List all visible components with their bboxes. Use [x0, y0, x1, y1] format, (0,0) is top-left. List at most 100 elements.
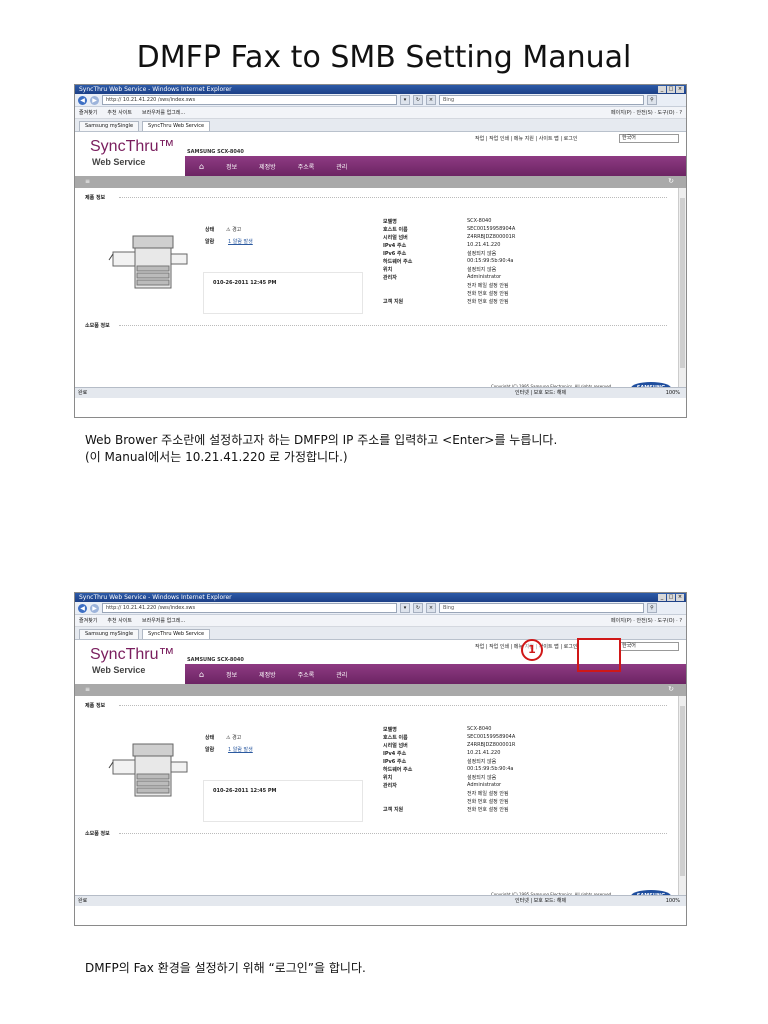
detail-key: 관리자 [383, 783, 397, 789]
scrollbar-thumb[interactable] [680, 198, 685, 368]
window-title: SyncThru Web Service - Windows Internet … [79, 594, 232, 601]
menu-admin[interactable]: 관리 [336, 162, 347, 171]
menu-addressbook[interactable]: 주소록 [298, 162, 315, 171]
zoom-level[interactable]: 100% [666, 388, 680, 398]
menu-info[interactable]: 정보 [226, 670, 237, 679]
page-title: DMFP Fax to SMB Setting Manual [136, 40, 632, 75]
detail-value: 전자 메일 설정 안됨 [467, 791, 509, 797]
menu-jobs[interactable]: 제정방 [259, 162, 276, 171]
detail-key: IPv6 주소 [383, 251, 407, 257]
detail-value: 설정되지 않음 [467, 251, 497, 257]
detail-key: 위치 [383, 267, 393, 273]
sub-bar: ≡ ↻ [75, 684, 686, 696]
zone-info: 인터넷 | 보호 모드: 해제 [515, 898, 567, 904]
favorite-link-upgrade[interactable]: 브라우저를 업그레... [142, 617, 185, 624]
refresh-page-icon[interactable]: ↻ [668, 685, 674, 693]
back-icon[interactable]: ◀ [78, 95, 87, 105]
command-bar[interactable]: 페이지(P) · 안전(S) · 도구(O) · ? [611, 617, 682, 624]
divider [119, 197, 667, 198]
forward-icon[interactable]: ▶ [90, 95, 99, 105]
address-input[interactable]: http:// 10.21.41.220 /sws/index.sws [102, 603, 397, 613]
detail-value: 전자 메일 설정 안됨 [467, 283, 509, 289]
alarm-label: 알람 [205, 239, 215, 245]
alarm-link[interactable]: 1 알람 발생 [228, 746, 253, 753]
zoom-level[interactable]: 100% [666, 896, 680, 906]
home-icon[interactable]: ⌂ [199, 670, 204, 679]
language-select[interactable]: 한국어 [619, 134, 679, 143]
alarm-link[interactable]: 1 알람 발생 [228, 238, 253, 245]
stop-icon[interactable]: × [426, 603, 436, 613]
scrollbar-thumb[interactable] [680, 706, 685, 876]
window-title: SyncThru Web Service - Windows Internet … [79, 86, 232, 93]
favorites-button[interactable]: 즐겨찾기 [79, 109, 97, 116]
top-links[interactable]: 작업 | 작업 인쇄 | 메뉴 지원 | 사이트 맵 | 로그인 [475, 135, 577, 142]
tab-mysingle[interactable]: Samsung mySingle [79, 629, 140, 639]
search-input[interactable]: Bing [439, 603, 644, 613]
tab-syncthru[interactable]: SyncThru Web Service [142, 629, 211, 639]
stop-icon[interactable]: × [426, 95, 436, 105]
close-icon[interactable]: × [676, 86, 684, 93]
timestamp: 010-26-2011 12:45 PM [213, 280, 277, 286]
menu-info[interactable]: 정보 [226, 162, 237, 171]
window-titlebar: SyncThru Web Service - Windows Internet … [75, 593, 686, 602]
detail-key: IPv4 주소 [383, 243, 407, 249]
screenshot-1: SyncThru Web Service - Windows Internet … [74, 84, 687, 418]
search-input[interactable]: Bing [439, 95, 644, 105]
detail-key: 모델명 [383, 727, 397, 733]
dropdown-icon[interactable]: ▾ [400, 95, 410, 105]
model-header: SAMSUNG SCX-8040 [187, 149, 244, 155]
close-icon[interactable]: × [676, 594, 684, 601]
detail-key: 하드웨어 주소 [383, 259, 413, 265]
detail-key: IPv6 주소 [383, 759, 407, 765]
home-icon[interactable]: ⌂ [199, 162, 204, 171]
divider [119, 325, 667, 326]
refresh-icon[interactable]: ↻ [413, 603, 423, 613]
refresh-page-icon[interactable]: ↻ [668, 177, 674, 185]
favorites-bar: 즐겨찾기 추천 사이트 브라우저를 업그레... 페이지(P) · 안전(S) … [75, 615, 686, 627]
detail-key: 고객 지원 [383, 299, 404, 305]
detail-value: 00:15:99:5b:90:4a [467, 766, 514, 772]
collapse-icon[interactable]: ≡ [85, 178, 90, 185]
search-icon[interactable]: ⚲ [647, 95, 657, 105]
screenshot-2: SyncThru Web Service - Windows Internet … [74, 592, 687, 926]
detail-value: 00:15:99:5b:90:4a [467, 258, 514, 264]
detail-value: 전화 번호 설정 안됨 [467, 291, 509, 297]
scrollbar[interactable] [678, 696, 686, 904]
divider [119, 833, 667, 834]
dropdown-icon[interactable]: ▾ [400, 603, 410, 613]
address-bar-row: ◀ ▶ http:// 10.21.41.220 /sws/index.sws … [75, 94, 686, 107]
minimize-icon[interactable]: _ [658, 594, 666, 601]
detail-value: 전화 번호 설정 안됨 [467, 799, 509, 805]
favorite-link-suggested[interactable]: 추천 사이트 [107, 617, 132, 624]
menu-addressbook[interactable]: 주소록 [298, 670, 315, 679]
back-icon[interactable]: ◀ [78, 603, 87, 613]
search-icon[interactable]: ⚲ [647, 603, 657, 613]
maximize-icon[interactable]: □ [667, 86, 675, 93]
web-page: 작업 | 작업 인쇄 | 메뉴 지원 | 사이트 맵 | 로그인 한국어 Syn… [75, 132, 686, 398]
detail-value: 설정되지 않음 [467, 759, 497, 765]
address-input[interactable]: http:// 10.21.41.220 /sws/index.sws [102, 95, 397, 105]
forward-icon[interactable]: ▶ [90, 603, 99, 613]
detail-key: 관리자 [383, 275, 397, 281]
detail-key: 시리얼 넘버 [383, 743, 408, 749]
favorite-link-suggested[interactable]: 추천 사이트 [107, 109, 132, 116]
detail-value: Administrator [467, 782, 502, 788]
refresh-icon[interactable]: ↻ [413, 95, 423, 105]
tab-strip: Samsung mySingle SyncThru Web Service [75, 119, 686, 132]
favorites-button[interactable]: 즐겨찾기 [79, 617, 97, 624]
status-text: 완료 [78, 390, 88, 396]
menu-jobs[interactable]: 제정방 [259, 670, 276, 679]
favorite-link-upgrade[interactable]: 브라우저를 업그레... [142, 109, 185, 116]
maximize-icon[interactable]: □ [667, 594, 675, 601]
scrollbar[interactable] [678, 188, 686, 396]
detail-key: 호스트 이름 [383, 735, 408, 741]
language-select[interactable]: 한국어 [619, 642, 679, 651]
minimize-icon[interactable]: _ [658, 86, 666, 93]
command-bar[interactable]: 페이지(P) · 안전(S) · 도구(O) · ? [611, 109, 682, 116]
collapse-icon[interactable]: ≡ [85, 686, 90, 693]
step2-caption: DMFP의 Fax 환경을 설정하기 위해 “로그인”을 합니다. [85, 961, 366, 975]
timestamp-box [203, 272, 363, 314]
tab-syncthru[interactable]: SyncThru Web Service [142, 121, 211, 131]
menu-admin[interactable]: 관리 [336, 670, 347, 679]
tab-mysingle[interactable]: Samsung mySingle [79, 121, 140, 131]
